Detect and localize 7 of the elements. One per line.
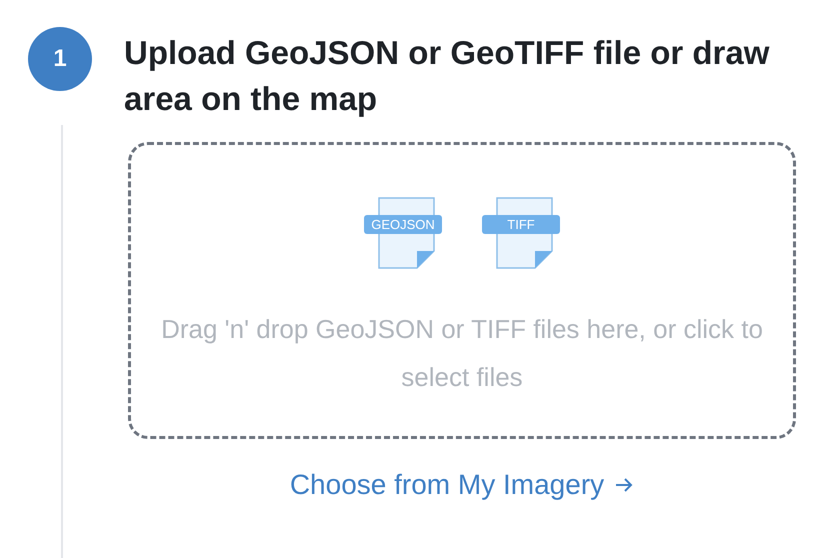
drop-instructions: Drag 'n' drop GeoJSON or TIFF files here, or click to select files [160,313,764,394]
choose-imagery-link[interactable]: Choose from My Imagery [290,469,634,501]
file-type-label: GEOJSON [364,215,442,234]
step-title: Upload GeoJSON or GeoTIFF file or draw area on the map [124,33,770,119]
file-drop-zone[interactable]: GEOJSON TIFF Drag 'n' drop GeoJSON or TIFF files here, or click to select files [128,142,796,439]
step-number-badge: 1 [28,27,92,91]
file-type-label: TIFF [482,215,560,234]
